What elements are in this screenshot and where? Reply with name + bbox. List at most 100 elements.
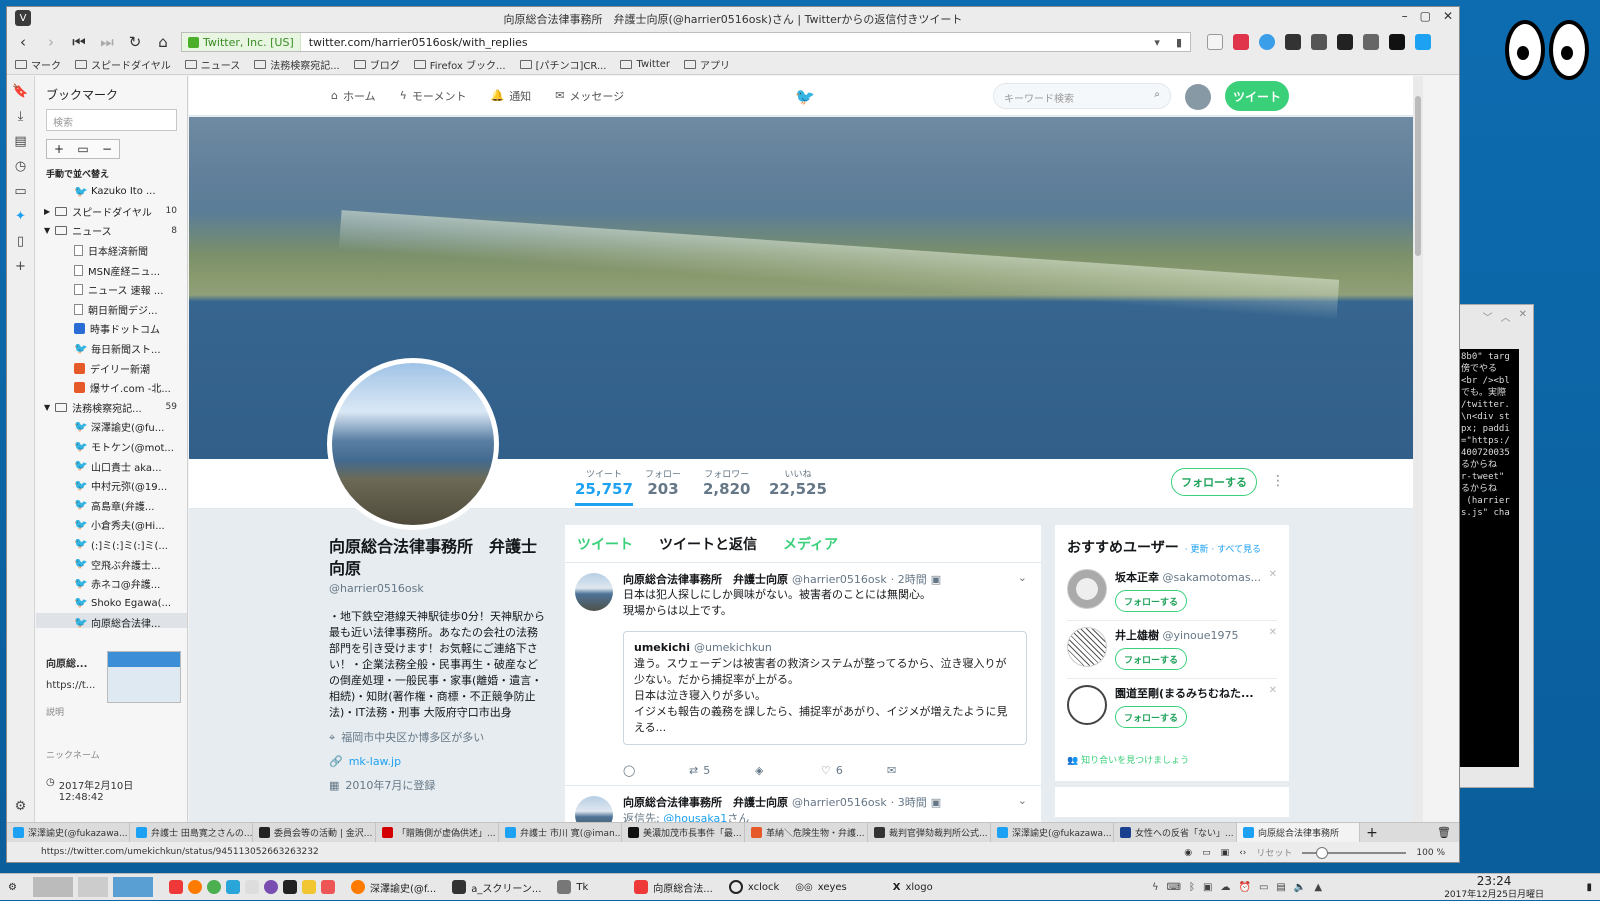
tweet-button[interactable]: ツイート xyxy=(1225,81,1289,111)
bookmark-tree-item[interactable]: 🐦 Kazuko Ito ... xyxy=(36,182,187,202)
profile-handle[interactable]: @harrier0516osk xyxy=(329,582,545,595)
pocket-icon[interactable] xyxy=(1233,34,1249,50)
suggested-user[interactable]: 井上雄樹 @yinoue1975 フォローする ✕ xyxy=(1067,621,1277,679)
page-icon[interactable]: ▯ xyxy=(17,234,24,249)
bookmark-tree-item[interactable]: 日本経済新聞 xyxy=(36,241,187,261)
forward-icon[interactable]: › xyxy=(41,32,61,52)
tray-icon[interactable]: ϟ xyxy=(1152,882,1159,893)
stat-tweets[interactable]: ツイート 25,757 xyxy=(575,467,633,506)
extension-icon[interactable] xyxy=(1207,34,1223,50)
zoom-slider[interactable] xyxy=(1302,846,1407,859)
suggested-user[interactable]: 園道至剛(まるみちむねた... フォローする ✕ xyxy=(1067,679,1277,737)
bookmark-tree-item[interactable]: 🐦 高島章(弁護... xyxy=(36,496,187,516)
settings-icon[interactable]: ⚙ xyxy=(15,799,27,814)
bookmark-tree-item[interactable]: ▶ スピードダイヤル 10 xyxy=(36,202,187,222)
bookmark-folder[interactable]: 法務検察宛記... xyxy=(254,57,340,72)
tweet[interactable]: 向原総合法律事務所 弁護士向原 @harrier0516osk · 2時間 ▣ … xyxy=(565,563,1041,786)
nav-messages[interactable]: ✉ メッセージ xyxy=(555,88,624,104)
scrollbar-thumb[interactable] xyxy=(1415,96,1421,256)
translate-icon[interactable]: ▣ xyxy=(931,796,941,809)
browser-tab[interactable]: 「贈賄側が虚偽供述」... xyxy=(376,823,499,842)
terminal-window[interactable]: ﹀ ︿ ✕ 8b0" targ 傍でやる <br /><bl でも。実際 /twit… xyxy=(1458,304,1534,788)
chevron-down-icon[interactable]: ▼ xyxy=(44,226,50,235)
security-badge[interactable]: Twitter, Inc. [US] xyxy=(182,33,301,51)
dismiss-icon[interactable]: ✕ xyxy=(1269,569,1277,580)
extension-icon[interactable] xyxy=(1311,34,1327,50)
profile-name[interactable]: 向原総合法律事務所 弁護士向原 xyxy=(329,536,545,580)
twitter-icon[interactable]: ✦ xyxy=(15,209,26,224)
taskbar-clock[interactable]: 23:24 2017年12月25日月曜日 xyxy=(1444,875,1544,901)
follow-button[interactable]: フォローする xyxy=(1115,590,1187,612)
chevron-down-icon[interactable]: ▼ xyxy=(44,403,50,412)
tweet-time[interactable]: · 2時間 xyxy=(891,571,927,587)
tab-media[interactable]: メディア xyxy=(783,534,838,554)
tweet-avatar[interactable] xyxy=(575,796,613,822)
twitter-icon[interactable] xyxy=(1415,34,1431,50)
bookmark-tree-item[interactable]: 🐦 向原総合法律... xyxy=(36,613,187,628)
stat-following[interactable]: フォロー 203 xyxy=(645,467,681,498)
bookmark-tree-item[interactable]: 🐦 中村元弥(@19... xyxy=(36,476,187,496)
page-scrollbar[interactable] xyxy=(1413,76,1423,822)
bookmark-folder[interactable]: ニュース xyxy=(184,57,240,72)
bookmark-tree-item[interactable]: MSN産経ニュ... xyxy=(36,260,187,280)
home-icon[interactable]: ⌂ xyxy=(153,32,173,52)
rewind-icon[interactable]: ⏮ xyxy=(69,32,89,52)
bookmark-tree-item[interactable]: 爆サイ.com -北... xyxy=(36,378,187,398)
follow-button[interactable]: フォローする xyxy=(1115,648,1187,670)
stat-likes[interactable]: いいね 22,525 xyxy=(769,467,827,498)
tweet-author-handle[interactable]: @harrier0516osk xyxy=(792,796,887,809)
task-item[interactable]: a_スクリーン... xyxy=(444,874,549,901)
bookmark-tree-item[interactable]: 🐦 山口貴士 aka... xyxy=(36,456,187,476)
bookmark-tree-item[interactable]: ▼ ニュース 8 xyxy=(36,221,187,241)
nav-moments[interactable]: ϟ モーメント xyxy=(400,88,467,104)
fastforward-icon[interactable]: ⏭ xyxy=(97,32,117,52)
chevron-down-icon[interactable]: ⌄ xyxy=(1018,794,1027,807)
tweet-author-handle[interactable]: @harrier0516osk xyxy=(792,573,887,586)
bookmark-tree-item[interactable]: 🐦 Shoko Egawa(... xyxy=(36,593,187,613)
bookmark-tree-item[interactable]: 朝日新聞デジ... xyxy=(36,300,187,320)
display-icon[interactable]: ▭ xyxy=(1259,882,1268,893)
follow-button[interactable]: フォローする xyxy=(1171,468,1257,496)
task-item[interactable]: ◎◎ xeyes xyxy=(787,874,855,901)
dropdown-icon[interactable]: ▾ xyxy=(1146,36,1168,49)
chevron-right-icon[interactable]: ▶ xyxy=(44,207,50,216)
clipboard-icon[interactable]: ▤ xyxy=(1276,882,1285,893)
refresh-view-all-links[interactable]: · 更新 · すべて見る xyxy=(1185,542,1261,555)
minimize-icon[interactable]: ﹀ xyxy=(1483,309,1493,325)
follow-button[interactable]: フォローする xyxy=(1115,706,1187,728)
suggested-user[interactable]: 坂本正幸 @sakamotomas... フォローする ✕ xyxy=(1067,563,1277,621)
dismiss-icon[interactable]: ✕ xyxy=(1269,685,1277,696)
retweet-action[interactable]: ⇄ 5 xyxy=(689,764,755,777)
history-icon[interactable]: ◷ xyxy=(15,159,26,174)
bluetooth-icon[interactable]: ᛒ xyxy=(1189,882,1195,893)
terminal-icon[interactable] xyxy=(282,880,297,894)
show-desktop-icon[interactable]: ▮ xyxy=(1578,874,1600,901)
url-text[interactable]: twitter.com/harrier0516osk/with_replies xyxy=(301,36,1147,49)
cloud-icon[interactable]: ☁ xyxy=(1221,882,1231,893)
code-icon[interactable]: ‹› xyxy=(1239,848,1246,858)
image-icon[interactable]: ▣ xyxy=(1221,848,1230,858)
dismiss-icon[interactable]: ✕ xyxy=(1269,627,1277,638)
quote-tweet[interactable]: umekichi @umekichkun 違う。スウェーデンは被害者の救済システム… xyxy=(623,631,1027,745)
bookmark-search-input[interactable]: 検索 xyxy=(46,109,177,131)
more-options-icon[interactable]: ⋮ xyxy=(1271,473,1285,489)
detail-description-label[interactable]: 説明 xyxy=(46,705,177,718)
browser-tab[interactable]: 弁護士 田島寛之さんの... xyxy=(130,823,253,842)
zoom-reset[interactable]: リセット xyxy=(1256,846,1292,859)
chrome-icon[interactable] xyxy=(206,880,221,894)
reply-to-link[interactable]: @housaka1 xyxy=(663,812,727,822)
detail-nickname-label[interactable]: ニックネーム xyxy=(46,748,177,761)
browser-tab[interactable]: 深澤諭史(@fukazawa... xyxy=(991,823,1114,842)
like-action[interactable]: ♡ 6 xyxy=(821,764,887,777)
alarm-icon[interactable]: ⏰ xyxy=(1239,882,1251,893)
extension-icon[interactable] xyxy=(1363,34,1379,50)
profile-website[interactable]: 🔗 mk-law.jp xyxy=(329,755,545,769)
suggested-user-avatar[interactable] xyxy=(1067,627,1107,667)
bookmark-tree-item[interactable]: デイリー新潮 xyxy=(36,358,187,378)
bookmark-item[interactable]: [パチンコ]CR... xyxy=(519,57,606,72)
chevron-down-icon[interactable]: ⌄ xyxy=(1018,571,1027,584)
camera-icon[interactable]: ◉ xyxy=(1184,848,1192,858)
task-item[interactable]: Xxlogo xyxy=(885,874,941,901)
search-icon[interactable]: ⌕ xyxy=(1154,89,1160,100)
new-tab-button[interactable]: + xyxy=(1360,825,1384,841)
